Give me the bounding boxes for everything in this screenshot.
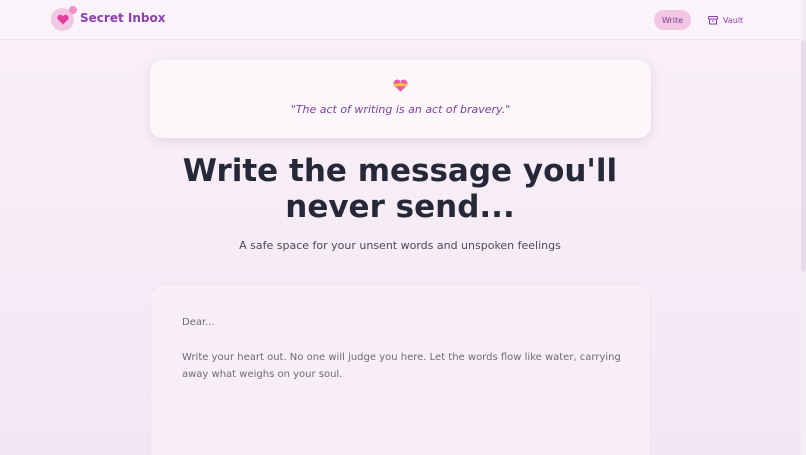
page-subtitle: A safe space for your unsent words and u… (239, 239, 561, 252)
scrollbar-thumb[interactable] (801, 40, 806, 272)
message-body-placeholder[interactable]: Write your heart out. No one will judge … (182, 349, 622, 383)
brand-name[interactable]: Secret Inbox (80, 11, 165, 25)
logo[interactable] (51, 6, 77, 31)
quote-card: "The act of writing is an act of bravery… (150, 60, 651, 138)
message-editor[interactable]: Dear... Write your heart out. No one wil… (150, 284, 651, 455)
heart-icon (56, 14, 69, 25)
logo-notification-dot (69, 6, 77, 14)
heart-with-ribbon-icon (393, 79, 408, 92)
page-title: Write the message you'll never send... (182, 153, 618, 225)
quote-text: "The act of writing is an act of bravery… (290, 103, 511, 116)
archive-box-icon (708, 15, 718, 24)
top-nav-bar: Secret Inbox Write Vault (0, 0, 806, 40)
nav-vault-label: Vault (723, 15, 744, 25)
nav-vault-link[interactable]: Vault (708, 14, 743, 26)
salutation-placeholder[interactable]: Dear... (182, 317, 215, 328)
nav-write-button[interactable]: Write (654, 10, 691, 30)
